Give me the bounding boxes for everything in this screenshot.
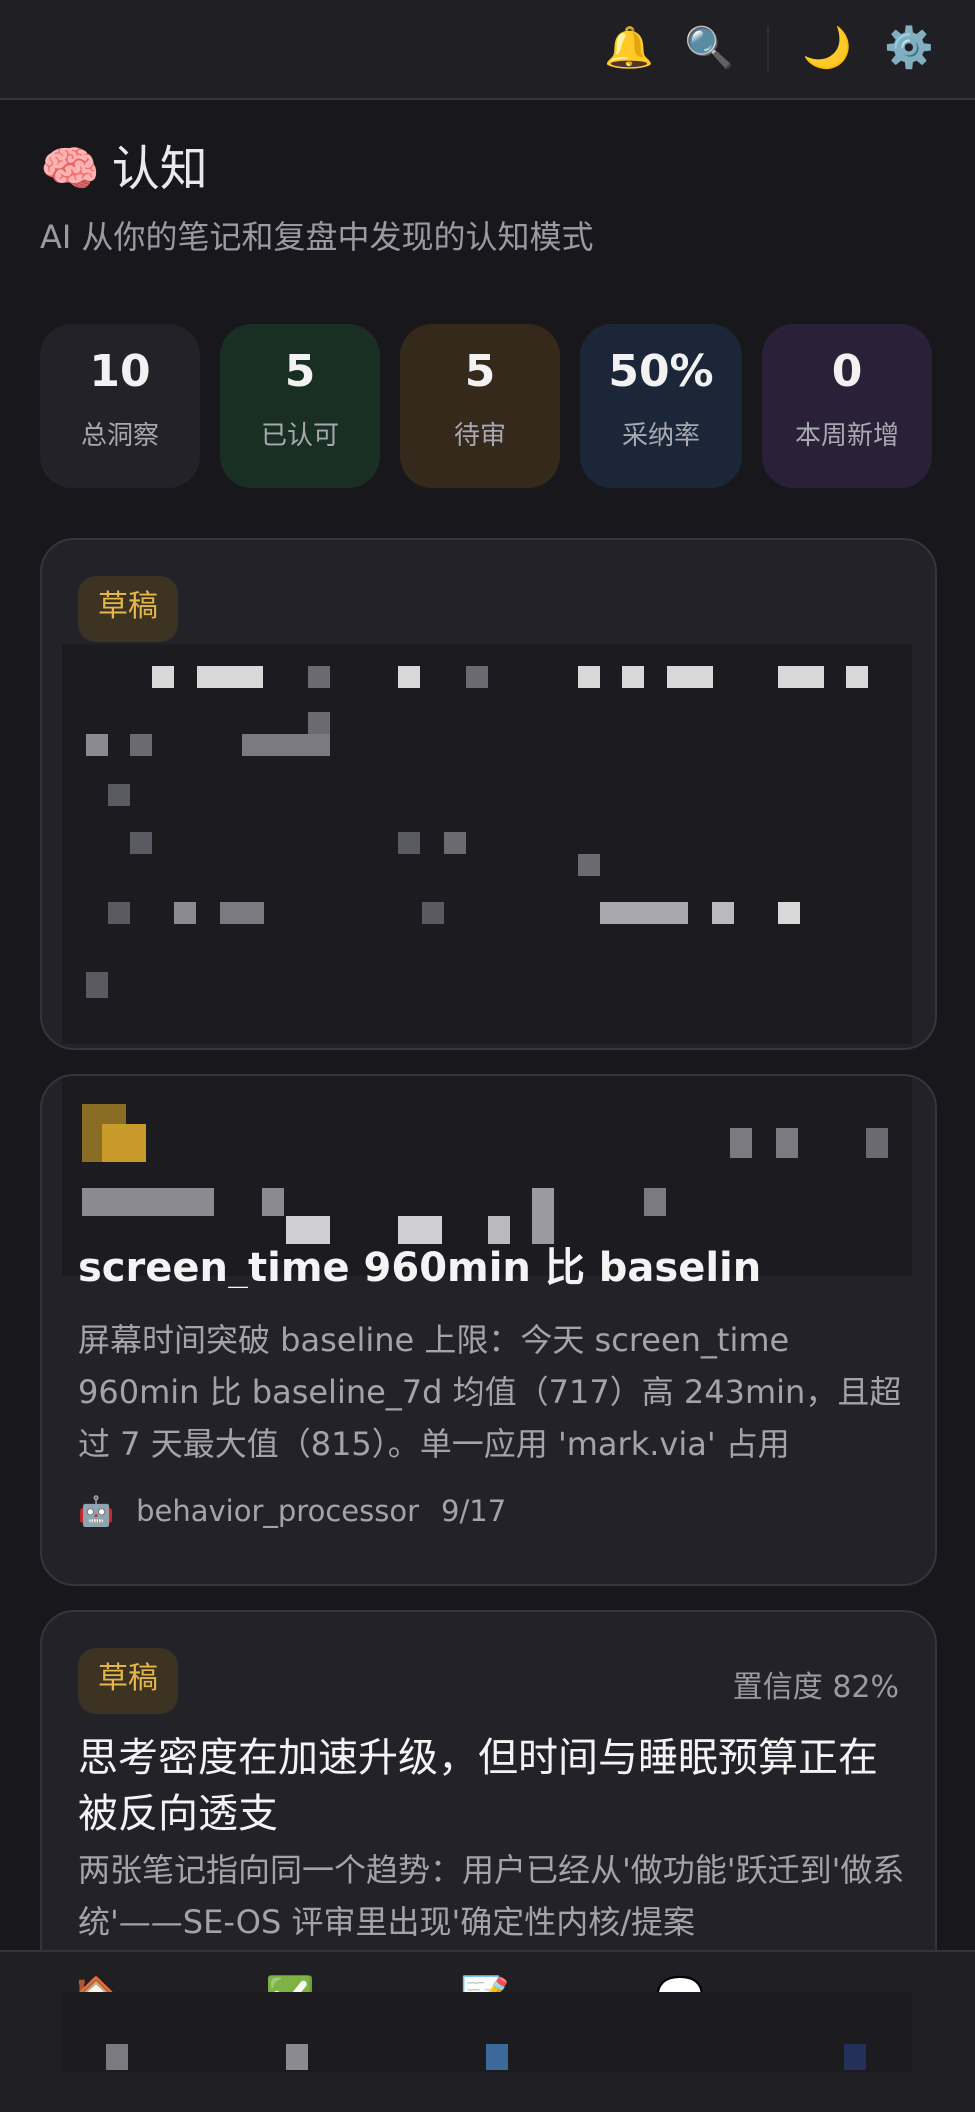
- brain-icon: 🧠: [40, 141, 100, 197]
- stat-label: 总洞察: [80, 421, 159, 451]
- top-bar: 🔔 🔍 🌙 ⚙️: [0, 0, 975, 100]
- insight-date: 9/17: [441, 1494, 507, 1528]
- obscured-content: [62, 644, 912, 1044]
- stat-label: 本周新增: [794, 421, 899, 451]
- insight-meta: 🤖 behavior_processor 9/17: [78, 1494, 528, 1529]
- stat-new-this-week[interactable]: 0 本周新增: [762, 324, 932, 488]
- stat-approved[interactable]: 5 已认可: [220, 324, 380, 488]
- insight-body: 两张笔记指向同一个趋势：用户已经从'做功能'跃迁到'做系统'——SE-OS 评审…: [78, 1851, 905, 1941]
- insight-card[interactable]: screen_time 960min 比 baselin 屏幕时间突破 base…: [40, 1074, 937, 1586]
- gear-icon[interactable]: ⚙️: [884, 22, 934, 74]
- stat-label: 待审: [453, 421, 506, 451]
- draft-badge: 草稿: [78, 576, 178, 642]
- insight-title: 思考密度在加速升级，但时间与睡眠预算正在被反向透支: [78, 1735, 878, 1837]
- confidence-label: 置信度 82%: [732, 1670, 899, 1705]
- robot-icon: 🤖: [78, 1494, 115, 1528]
- stat-pending[interactable]: 5 待审: [400, 324, 560, 488]
- stat-value: 50%: [608, 346, 714, 397]
- stat-value: 0: [831, 346, 863, 397]
- stat-value: 10: [89, 346, 151, 397]
- search-icon[interactable]: 🔍: [684, 22, 734, 74]
- page-title-text: 认知: [111, 141, 208, 197]
- page-header: 🧠 认知 AI 从你的笔记和复盘中发现的认知模式: [40, 140, 594, 258]
- stat-label: 已认可: [260, 421, 339, 451]
- bell-icon[interactable]: 🔔: [604, 22, 654, 74]
- moon-icon[interactable]: 🌙: [802, 22, 852, 74]
- divider: [767, 26, 769, 72]
- page-subtitle: AI 从你的笔记和复盘中发现的认知模式: [40, 218, 594, 256]
- stat-value: 5: [464, 346, 496, 397]
- insight-body: 屏幕时间突破 baseline 上限：今天 screen_time 960min…: [78, 1321, 902, 1463]
- insight-title: screen_time 960min 比 baselin: [78, 1245, 762, 1288]
- stat-label: 采纳率: [621, 421, 700, 451]
- insight-source: behavior_processor: [136, 1494, 420, 1528]
- bottom-nav: 🏠 ✅ 📝 💬: [0, 1950, 975, 2112]
- draft-badge: 草稿: [78, 1648, 178, 1714]
- stat-total-insights[interactable]: 10 总洞察: [40, 324, 200, 488]
- stat-value: 5: [284, 346, 316, 397]
- insight-card[interactable]: 草稿: [40, 538, 937, 1050]
- page-title: 🧠 认知: [40, 140, 594, 198]
- stat-adoption-rate[interactable]: 50% 采纳率: [580, 324, 742, 488]
